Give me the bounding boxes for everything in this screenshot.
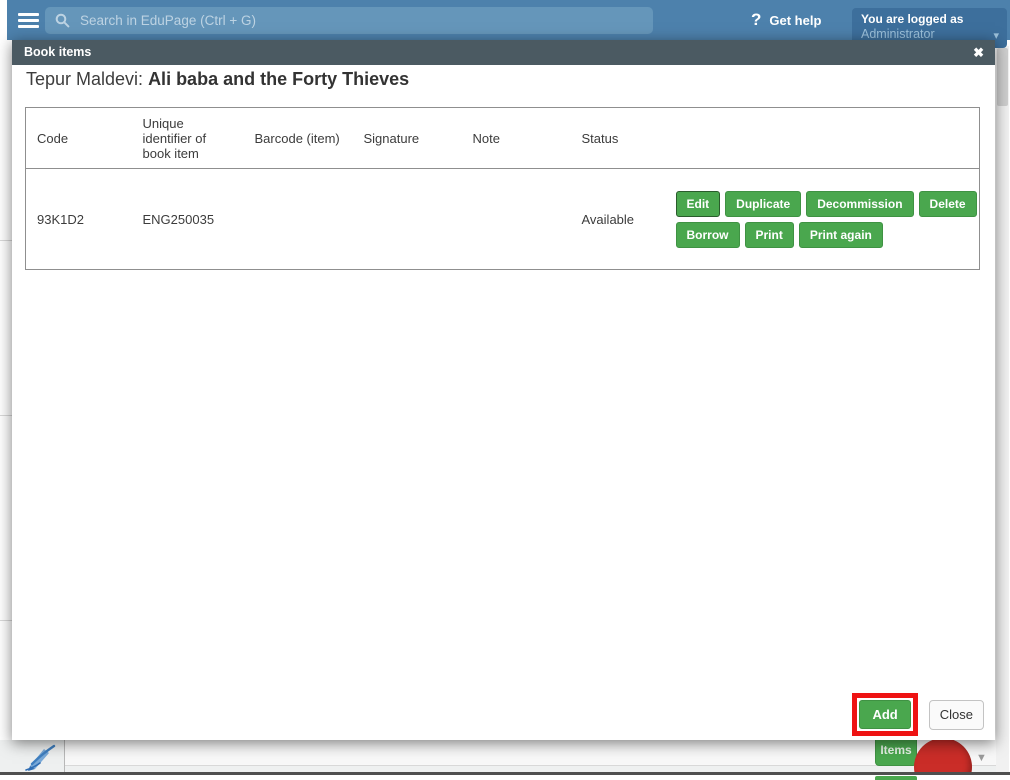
row-actions: Edit Duplicate Decommission Delete Borro…: [676, 169, 980, 270]
table-header-row: Code Unique identifier of book item Barc…: [26, 108, 980, 169]
col-header-actions: [676, 108, 980, 169]
col-header-barcode: Barcode (item): [244, 108, 353, 169]
background-bottom-border: [0, 772, 1010, 775]
get-help-label: Get help: [769, 13, 821, 28]
decommission-button[interactable]: Decommission: [806, 191, 913, 217]
cell-unique-id: ENG250035: [132, 169, 244, 270]
book-items-dialog: Book items ✖ Tepur Maldevi: Ali baba and…: [12, 40, 995, 740]
background-row-divider: [0, 415, 12, 416]
borrow-button[interactable]: Borrow: [676, 222, 740, 248]
col-header-note: Note: [462, 108, 571, 169]
duplicate-button[interactable]: Duplicate: [725, 191, 801, 217]
edupage-window: Search in EduPage (Ctrl + G) ? Get help …: [0, 0, 1010, 780]
background-button-edge: [875, 776, 917, 780]
cell-barcode: [244, 169, 353, 270]
background-page-strip: Items ▼: [0, 740, 996, 772]
logged-as-label: You are logged as: [861, 12, 998, 27]
background-row-divider: [0, 240, 12, 241]
col-header-unique-id: Unique identifier of book item: [132, 108, 244, 169]
close-icon[interactable]: ✖: [973, 40, 984, 65]
close-button[interactable]: Close: [929, 700, 984, 730]
dialog-footer: Add Close: [852, 693, 984, 736]
search-icon: [55, 13, 70, 28]
cell-note: [462, 169, 571, 270]
delete-button[interactable]: Delete: [919, 191, 977, 217]
col-header-status: Status: [571, 108, 676, 169]
background-panel: [65, 740, 996, 766]
print-button[interactable]: Print: [745, 222, 794, 248]
scroll-down-arrow-icon[interactable]: ▼: [976, 752, 987, 764]
add-button[interactable]: Add: [859, 700, 910, 729]
search-placeholder: Search in EduPage (Ctrl + G): [80, 13, 256, 28]
cell-code: 93K1D2: [26, 169, 132, 270]
hamburger-menu-icon[interactable]: [18, 13, 39, 28]
cell-signature: [353, 169, 462, 270]
book-author-prefix: Tepur Maldevi:: [26, 69, 148, 89]
status-badge: Available: [571, 169, 676, 270]
highlight-box: Add: [852, 693, 917, 736]
col-header-signature: Signature: [353, 108, 462, 169]
print-again-button[interactable]: Print again: [799, 222, 883, 248]
dialog-header: Book items ✖: [12, 40, 995, 65]
background-row-divider: [0, 620, 12, 621]
table-row: 93K1D2 ENG250035 Available Edit Duplicat…: [26, 169, 980, 270]
get-help-button[interactable]: ? Get help: [751, 0, 821, 40]
col-header-code: Code: [26, 108, 132, 169]
dialog-title: Book items: [24, 40, 91, 65]
book-items-table: Code Unique identifier of book item Barc…: [25, 107, 980, 270]
book-title: Tepur Maldevi: Ali baba and the Forty Th…: [26, 69, 409, 90]
edupage-pen-logo-icon: [22, 742, 56, 772]
book-name: Ali baba and the Forty Thieves: [148, 69, 409, 89]
page-scrollbar[interactable]: [996, 46, 1009, 772]
scrollbar-thumb[interactable]: [997, 48, 1008, 106]
background-items-button[interactable]: Items: [875, 740, 917, 766]
search-input[interactable]: Search in EduPage (Ctrl + G): [45, 7, 653, 34]
edit-button[interactable]: Edit: [676, 191, 721, 217]
question-mark-icon: ?: [751, 10, 761, 30]
